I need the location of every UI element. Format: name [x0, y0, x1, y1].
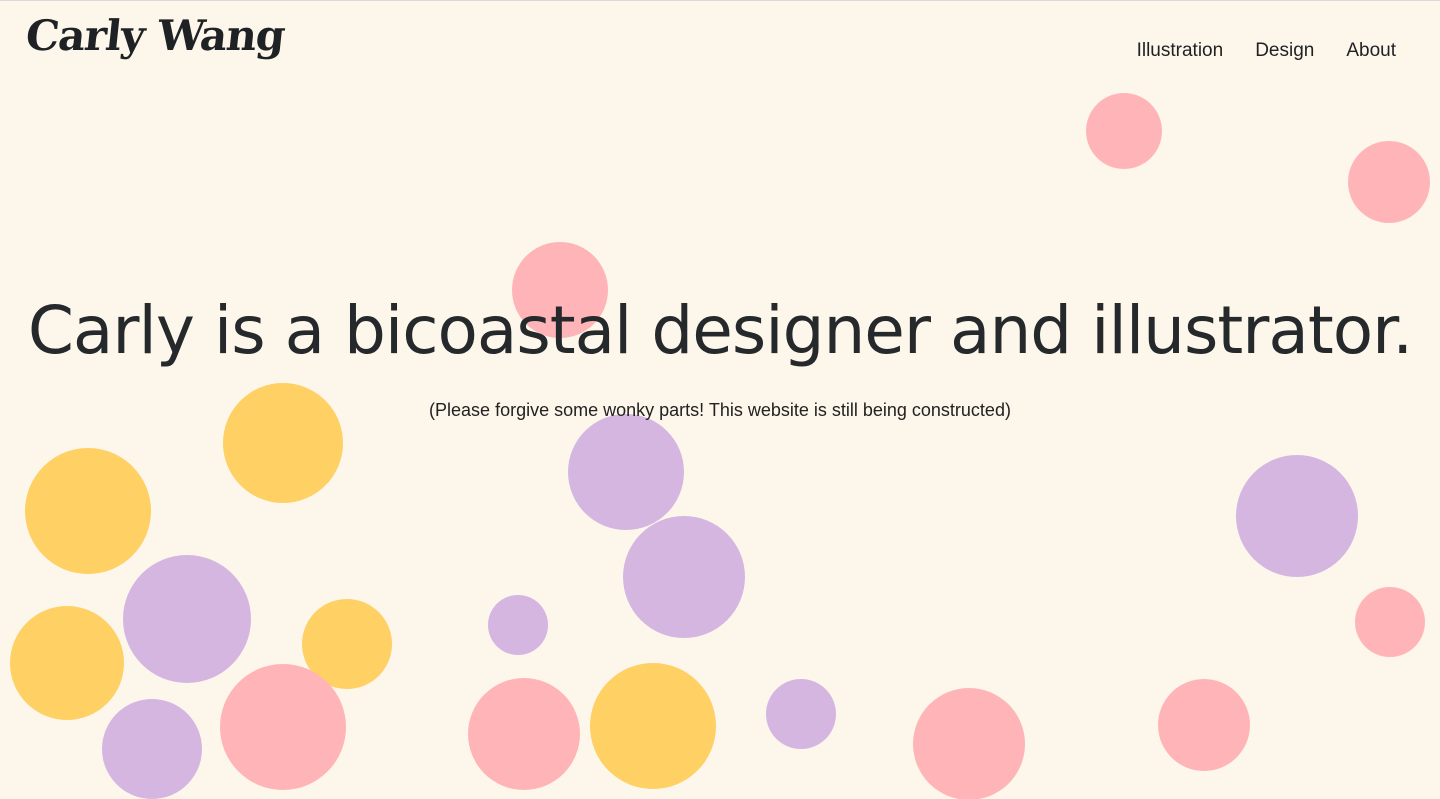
nav-about-link[interactable]: About	[1346, 40, 1396, 62]
bubble-pink	[913, 688, 1025, 799]
hero-construction-note: (Please forgive some wonky parts! This w…	[429, 400, 1011, 420]
site-logo[interactable]: Carly Wang	[23, 11, 287, 60]
bubble-lavender	[123, 555, 251, 683]
bubble-pink	[1158, 679, 1250, 771]
nav-design-link[interactable]: Design	[1255, 40, 1314, 62]
nav-illustration-link[interactable]: Illustration	[1137, 40, 1224, 62]
bubble-yellow	[590, 663, 716, 789]
bubble-yellow	[10, 606, 124, 720]
bubble-pink	[220, 664, 346, 790]
bubble-lavender	[623, 516, 745, 638]
bubble-lavender	[568, 414, 684, 530]
bubble-pink	[468, 678, 580, 790]
bubble-lavender	[1236, 455, 1358, 577]
bubble-pink	[1348, 141, 1430, 223]
bubble-lavender	[766, 679, 836, 749]
bubble-pink	[1086, 93, 1162, 169]
top-nav: Illustration Design About	[1137, 40, 1396, 62]
page-root: Carly Wang Illustration Design About Car…	[0, 0, 1440, 799]
bubble-lavender	[102, 699, 202, 799]
bubble-pink	[1355, 587, 1425, 657]
bubble-lavender	[488, 595, 548, 655]
hero-headline: Carly is a bicoastal designer and illust…	[27, 292, 1413, 369]
bubble-yellow	[25, 448, 151, 574]
